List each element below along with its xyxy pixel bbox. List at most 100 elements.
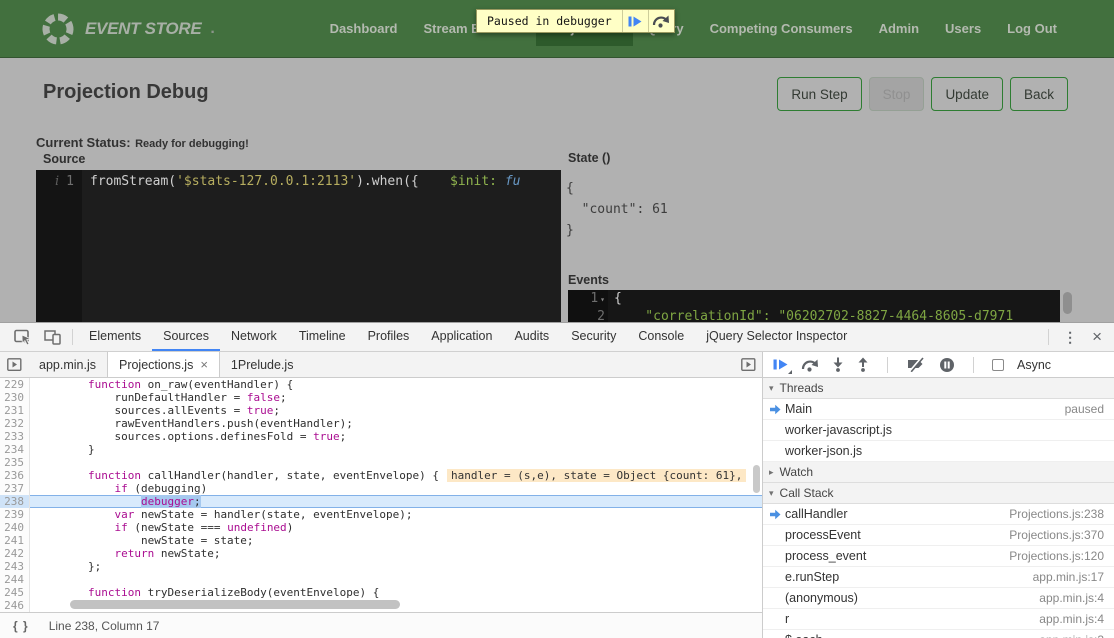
tab-sources[interactable]: Sources (152, 323, 220, 351)
call-stack-frame-name: $.each (785, 633, 823, 638)
tab-network[interactable]: Network (220, 323, 288, 351)
line-number[interactable]: 233 (0, 430, 30, 443)
call-stack-frame[interactable]: callHandlerProjections.js:238 (763, 504, 1114, 525)
line-number[interactable]: 245 (0, 586, 30, 599)
devtools-close-button[interactable]: × (1086, 327, 1114, 347)
resume-script-button[interactable] (773, 358, 788, 371)
code-editor[interactable]: 229 function on_raw(eventHandler) {230 r… (0, 378, 762, 612)
source-token (419, 174, 450, 189)
banner-resume-button[interactable] (622, 10, 648, 32)
line-number[interactable]: 238 (0, 495, 30, 508)
deactivate-breakpoints-button[interactable] (906, 357, 926, 372)
source-token: $init: (450, 174, 497, 189)
nav-item-log-out[interactable]: Log Out (994, 11, 1070, 46)
nav-item-users[interactable]: Users (932, 11, 994, 46)
call-stack-frame[interactable]: e.runStepapp.min.js:17 (763, 567, 1114, 588)
line-number[interactable]: 231 (0, 404, 30, 417)
line-number[interactable]: 241 (0, 534, 30, 547)
code-line: 233 sources.options.definesFold = true; (0, 430, 762, 443)
file-tabs: app.min.jsProjections.js×1Prelude.js (28, 352, 304, 377)
file-tab-app.min.js[interactable]: app.min.js (28, 352, 107, 377)
tab-jquery-selector-inspector[interactable]: jQuery Selector Inspector (695, 323, 858, 351)
thread-row[interactable]: worker-javascript.js (763, 420, 1114, 441)
tab-console[interactable]: Console (627, 323, 695, 351)
events-editor[interactable]: 1▾{2 "correlationId": "06202702-8827-446… (568, 290, 1060, 322)
thread-row[interactable]: Mainpaused (763, 399, 1114, 420)
code-token: true (313, 430, 340, 443)
line-number[interactable]: 232 (0, 417, 30, 430)
show-navigator-button[interactable] (0, 352, 28, 377)
show-sidebar-button[interactable] (734, 352, 762, 377)
source-token: '$stats-127.0.0.1:2113' (176, 174, 356, 189)
line-number[interactable]: 230 (0, 391, 30, 404)
caret-down-icon: ▾ (769, 488, 774, 499)
code-token: function (88, 586, 141, 599)
code-line: 234 } (0, 443, 762, 456)
close-file-tab-icon[interactable]: × (200, 357, 208, 372)
call-stack-frame[interactable]: rapp.min.js:4 (763, 609, 1114, 630)
line-number[interactable]: 243 (0, 560, 30, 573)
line-number[interactable]: 234 (0, 443, 30, 456)
step-out-icon (857, 357, 869, 372)
line-number[interactable]: 242 (0, 547, 30, 560)
call-stack-section-header[interactable]: ▾Call Stack (763, 483, 1114, 504)
vertical-scrollbar-thumb[interactable] (753, 465, 760, 493)
code-text: }; (30, 560, 101, 573)
fold-caret-icon[interactable]: ▾ (600, 295, 605, 304)
call-stack-frame[interactable]: $.eachapp.min.js:3 (763, 630, 1114, 638)
show-navigator-icon (7, 358, 22, 371)
call-stack-frame[interactable]: processEventProjections.js:370 (763, 525, 1114, 546)
thread-row[interactable]: worker-json.js (763, 441, 1114, 462)
line-number[interactable]: 240 (0, 521, 30, 534)
file-tab-projections.js[interactable]: Projections.js× (107, 352, 220, 377)
update-button[interactable]: Update (931, 77, 1003, 111)
code-token: true (247, 404, 274, 417)
device-toolbar-button[interactable] (38, 329, 67, 345)
call-stack-frame-name: process_event (785, 549, 866, 563)
watch-section-header[interactable]: ▸Watch (763, 462, 1114, 483)
source-token (497, 174, 505, 189)
tab-audits[interactable]: Audits (503, 323, 560, 351)
file-tab-1prelude.js[interactable]: 1Prelude.js (220, 352, 305, 377)
current-frame-arrow (769, 404, 781, 418)
horizontal-scrollbar-thumb[interactable] (70, 600, 400, 609)
nav-item-competing-consumers[interactable]: Competing Consumers (697, 11, 866, 46)
events-scrollbar-thumb[interactable] (1063, 292, 1072, 314)
step-out-button[interactable] (857, 357, 869, 372)
call-stack-frame[interactable]: (anonymous)app.min.js:4 (763, 588, 1114, 609)
line-number[interactable]: 246 (0, 599, 30, 612)
back-button[interactable]: Back (1010, 77, 1068, 111)
code-line: 229 function on_raw(eventHandler) { (0, 378, 762, 391)
source-editor[interactable]: i1 fromStream('$stats-127.0.0.1:2113').w… (36, 170, 561, 322)
line-number[interactable]: 239 (0, 508, 30, 521)
tab-timeline[interactable]: Timeline (288, 323, 357, 351)
pause-on-exceptions-button[interactable] (939, 357, 955, 373)
code-token: if (114, 482, 127, 495)
tab-security[interactable]: Security (560, 323, 627, 351)
tab-application[interactable]: Application (420, 323, 503, 351)
run-step-button[interactable]: Run Step (777, 77, 861, 111)
paused-banner-text: Paused in debugger (477, 10, 622, 32)
call-stack-frame[interactable]: process_eventProjections.js:120 (763, 546, 1114, 567)
nav-item-admin[interactable]: Admin (866, 11, 932, 46)
code-text: if (debugging) (30, 482, 207, 495)
async-checkbox[interactable] (992, 359, 1004, 371)
eventstore-logo[interactable]: EVENT STORE. (40, 11, 215, 47)
line-number[interactable]: 229 (0, 378, 30, 391)
line-number[interactable]: 235 (0, 456, 30, 469)
tab-profiles[interactable]: Profiles (357, 323, 421, 351)
line-number[interactable]: 236 (0, 469, 30, 482)
line-number[interactable]: 244 (0, 573, 30, 586)
inspect-element-button[interactable] (8, 329, 38, 346)
tab-elements[interactable]: Elements (78, 323, 152, 351)
device-toolbar-icon (44, 329, 61, 345)
step-over-button[interactable] (801, 358, 819, 372)
devtools-menu-button[interactable]: ⋮ (1054, 329, 1086, 346)
threads-section-header[interactable]: ▾Threads (763, 378, 1114, 399)
banner-step-over-button[interactable] (648, 10, 674, 32)
step-into-button[interactable] (832, 357, 844, 372)
code-token: ; (340, 430, 347, 443)
line-number[interactable]: 237 (0, 482, 30, 495)
nav-item-dashboard[interactable]: Dashboard (317, 11, 411, 46)
pretty-print-button[interactable]: { } (13, 619, 29, 633)
